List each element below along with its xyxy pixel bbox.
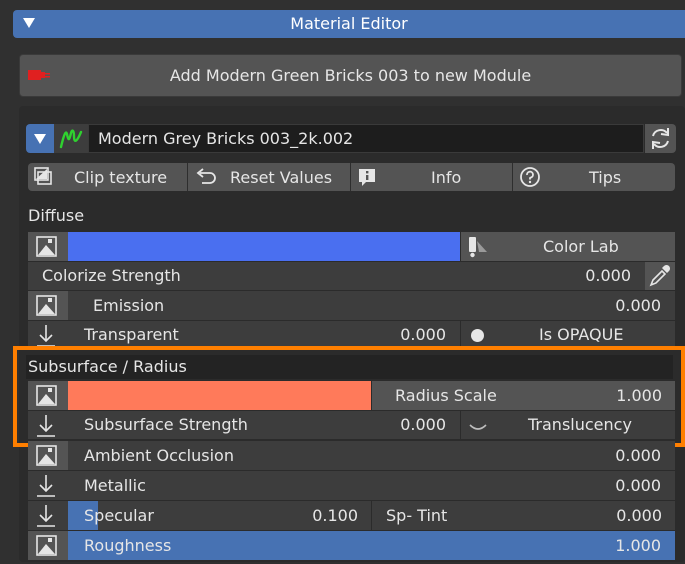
colorize-strength-label: Colorize Strength bbox=[42, 266, 181, 285]
clip-texture-button[interactable]: Clip texture bbox=[28, 163, 187, 191]
diffuse-texture-button[interactable] bbox=[28, 232, 68, 261]
transparent-link-button[interactable] bbox=[28, 321, 68, 349]
specular-link-button[interactable] bbox=[28, 501, 68, 530]
arrow-down-icon bbox=[37, 475, 55, 497]
material-collapse-button[interactable] bbox=[26, 124, 54, 153]
info-button[interactable]: Info bbox=[351, 163, 512, 191]
specular-tint-label: Sp- Tint bbox=[386, 506, 448, 525]
specular-slider[interactable]: Specular 0.100 bbox=[68, 501, 371, 530]
ao-texture-button[interactable] bbox=[28, 441, 68, 470]
help-icon bbox=[520, 167, 540, 187]
colorize-strength-value: 0.000 bbox=[585, 266, 631, 285]
material-name: Modern Grey Bricks 003_2k.002 bbox=[98, 129, 354, 148]
reset-values-button[interactable]: Reset Values bbox=[188, 163, 350, 191]
refresh-button[interactable] bbox=[645, 124, 676, 153]
specular-tint-field[interactable]: Sp- Tint 0.000 bbox=[372, 501, 675, 530]
color-lab-button[interactable]: Color Lab bbox=[461, 232, 675, 261]
is-opaque-toggle[interactable]: Is OPAQUE bbox=[461, 321, 675, 349]
metallic-label: Metallic bbox=[84, 476, 146, 495]
transparent-value: 0.000 bbox=[400, 325, 446, 344]
colorize-strength-field[interactable]: Colorize Strength 0.000 bbox=[28, 262, 645, 290]
emission-value: 0.000 bbox=[615, 296, 661, 315]
toolbar: Clip texture Reset Values Info Tips bbox=[28, 163, 675, 191]
image-texture-icon bbox=[36, 236, 57, 257]
eyedropper-button[interactable] bbox=[645, 262, 675, 290]
arrow-down-icon bbox=[37, 505, 55, 527]
ao-label: Ambient Occlusion bbox=[84, 446, 234, 465]
undo-icon bbox=[196, 168, 216, 184]
emission-texture-button[interactable] bbox=[28, 291, 68, 320]
transparent-field[interactable]: Transparent 0.000 bbox=[68, 321, 460, 349]
color-lab-label: Color Lab bbox=[543, 237, 619, 256]
eyedropper-icon bbox=[649, 264, 671, 287]
metallic-field[interactable]: Metallic 0.000 bbox=[68, 471, 675, 500]
image-texture-icon bbox=[36, 445, 57, 466]
clip-texture-icon bbox=[34, 167, 52, 185]
refresh-icon bbox=[652, 128, 669, 149]
collapse-triangle-icon bbox=[34, 134, 46, 144]
info-icon bbox=[359, 169, 375, 186]
diffuse-section-label: Diffuse bbox=[28, 206, 85, 225]
material-name-field[interactable]: Modern Grey Bricks 003_2k.002 bbox=[88, 124, 644, 153]
add-to-module-label: Add Modern Green Bricks 003 to new Modul… bbox=[169, 66, 532, 85]
add-to-module-button[interactable]: Add Modern Green Bricks 003 to new Modul… bbox=[19, 54, 682, 97]
is-opaque-label: Is OPAQUE bbox=[539, 325, 624, 344]
highlight-frame bbox=[13, 346, 685, 447]
emission-field[interactable]: Emission 0.000 bbox=[68, 291, 675, 320]
roughness-slider[interactable]: Roughness 1.000 bbox=[68, 531, 675, 560]
transparent-label: Transparent bbox=[84, 325, 179, 344]
material-m-icon bbox=[54, 124, 88, 153]
emission-label: Emission bbox=[93, 296, 165, 315]
image-texture-icon bbox=[36, 535, 57, 556]
ambient-occlusion-field[interactable]: Ambient Occlusion 0.000 bbox=[68, 441, 675, 470]
color-lab-icon bbox=[469, 237, 487, 258]
tips-label: Tips bbox=[589, 167, 622, 187]
clip-texture-label: Clip texture bbox=[74, 167, 168, 187]
specular-value: 0.100 bbox=[312, 506, 358, 525]
info-label: Info bbox=[431, 167, 462, 187]
ao-value: 0.000 bbox=[615, 446, 661, 465]
tips-button[interactable]: Tips bbox=[513, 163, 675, 191]
panel-title: Material Editor bbox=[290, 14, 408, 33]
opaque-dot-icon bbox=[471, 329, 484, 342]
roughness-texture-button[interactable] bbox=[28, 531, 68, 560]
metallic-value: 0.000 bbox=[615, 476, 661, 495]
reset-values-label: Reset Values bbox=[230, 167, 333, 187]
diffuse-color-swatch[interactable] bbox=[68, 232, 460, 261]
specular-tint-value: 0.000 bbox=[616, 506, 662, 525]
roughness-value: 1.000 bbox=[615, 536, 661, 555]
arrow-down-icon bbox=[37, 325, 55, 347]
image-texture-icon bbox=[36, 295, 57, 316]
material-editor-header[interactable]: Material Editor bbox=[13, 10, 685, 38]
specular-label: Specular bbox=[84, 506, 154, 525]
metallic-link-button[interactable] bbox=[28, 471, 68, 500]
roughness-label: Roughness bbox=[84, 536, 172, 555]
